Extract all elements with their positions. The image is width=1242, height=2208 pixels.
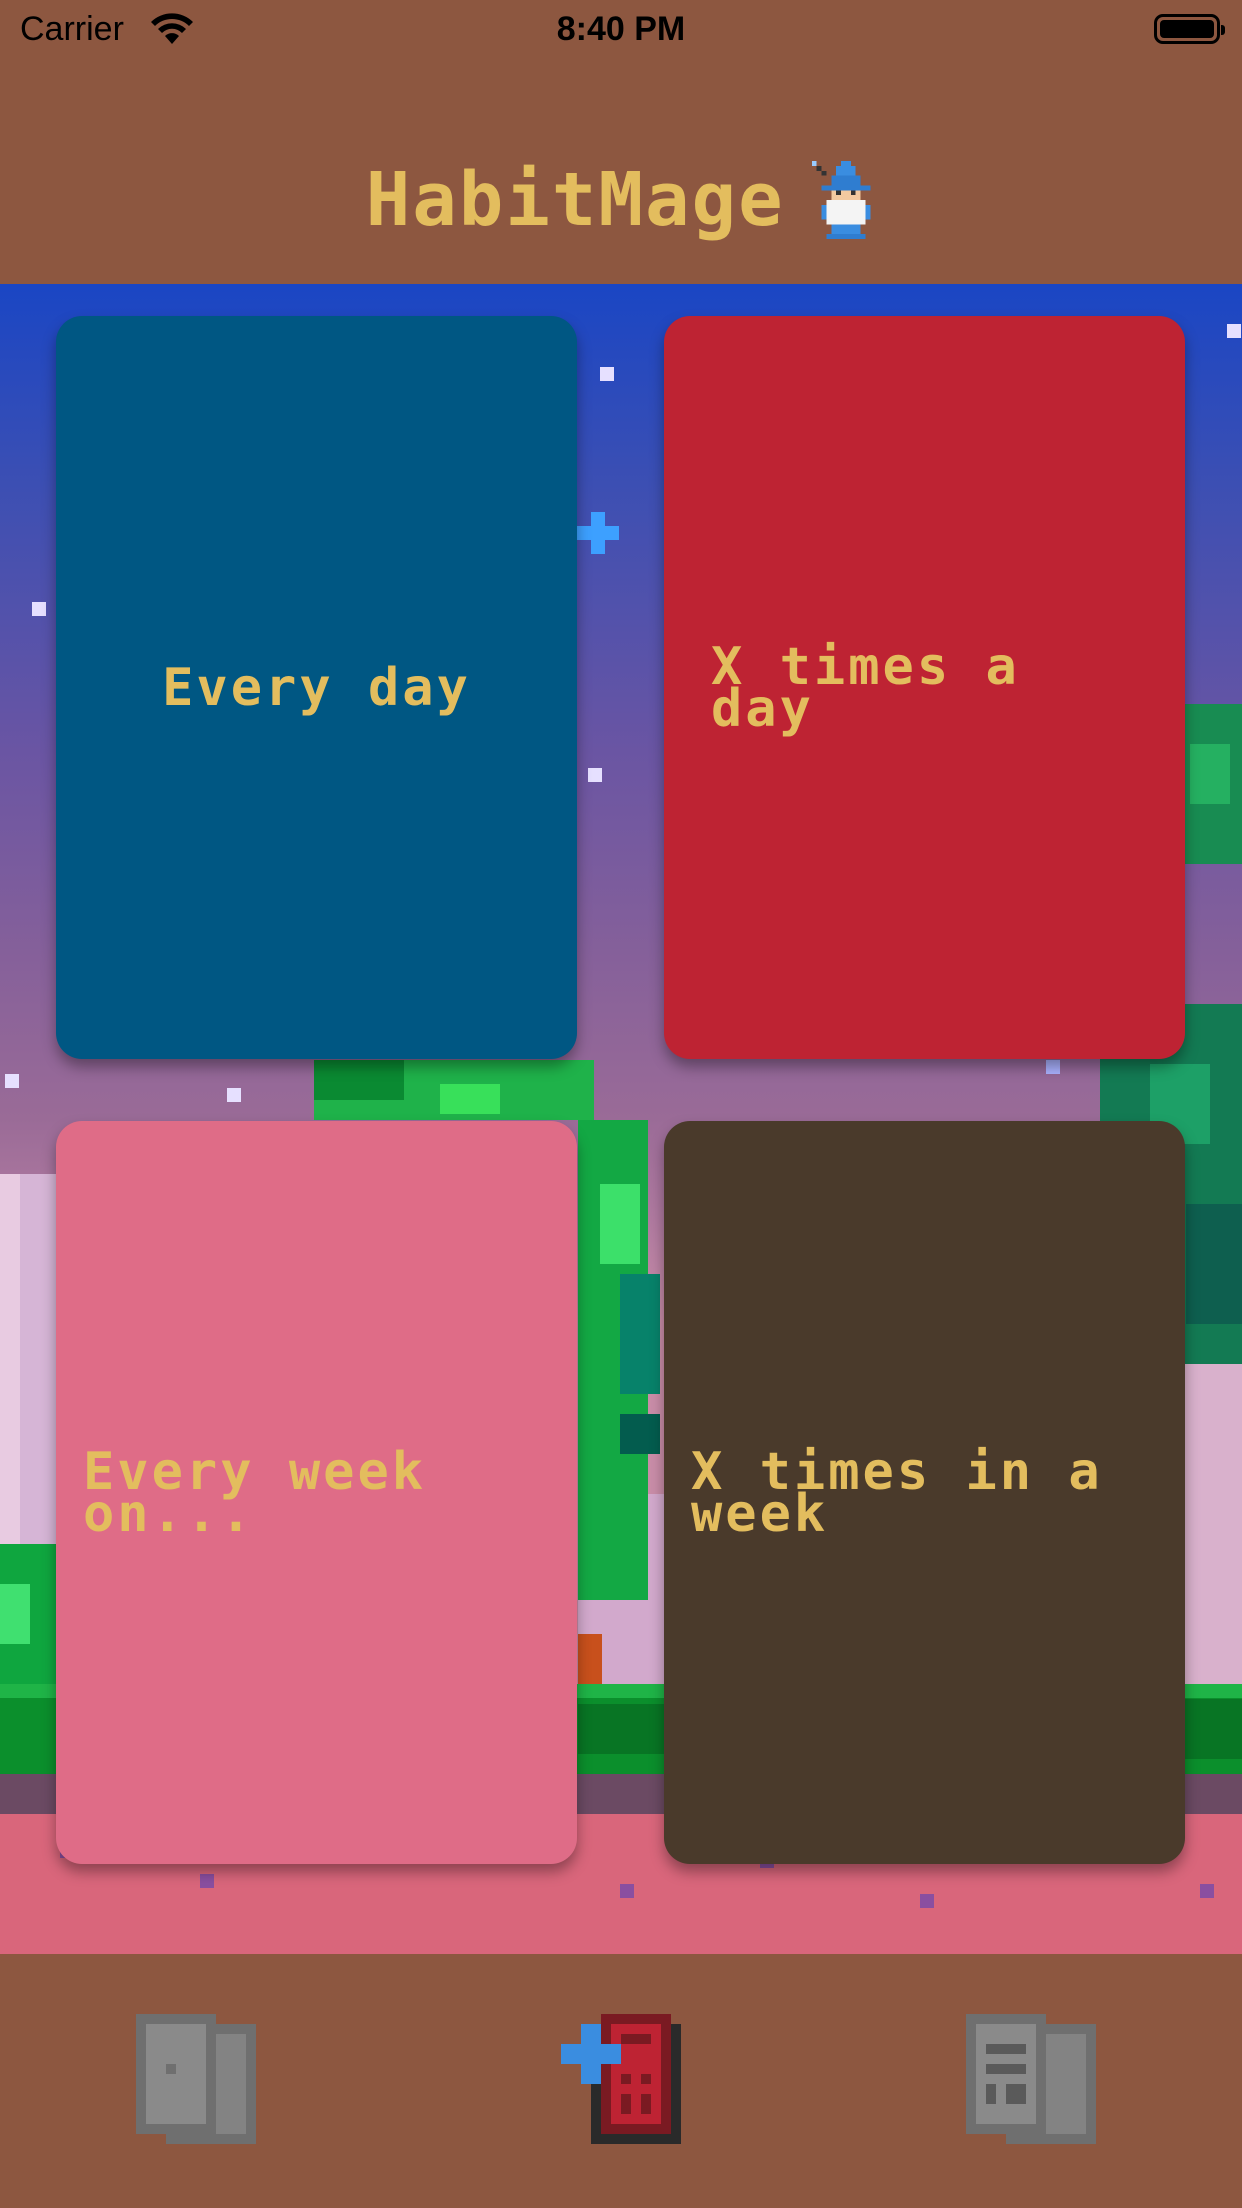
habit-type-card-x-times-a-day[interactable]: X times a day bbox=[664, 316, 1185, 1059]
habit-type-card-every-day[interactable]: Every day bbox=[56, 316, 577, 1059]
card-label: X times a day bbox=[711, 636, 1020, 739]
habit-type-card-every-week-on[interactable]: Every week on... bbox=[56, 1121, 577, 1864]
stats-documents-icon bbox=[966, 2014, 1096, 2144]
tab-stats[interactable] bbox=[966, 2014, 1106, 2154]
add-habit-icon bbox=[561, 2014, 681, 2144]
tab-habit-cards[interactable] bbox=[136, 2014, 276, 2154]
status-bar: Carrier 8:40 PM bbox=[0, 0, 1242, 62]
card-label: Every week on... bbox=[83, 1441, 427, 1544]
card-label: X times in a week bbox=[691, 1441, 1103, 1544]
app-title: HabitMage bbox=[365, 157, 785, 243]
wizard-icon bbox=[812, 161, 871, 239]
card-label: Every day bbox=[162, 657, 471, 718]
tab-add-habit[interactable] bbox=[561, 2014, 701, 2154]
battery-icon bbox=[1154, 14, 1225, 44]
bottom-tab-bar bbox=[0, 1954, 1242, 2208]
status-time: 8:40 PM bbox=[556, 10, 686, 48]
habit-cards-icon bbox=[136, 2014, 256, 2144]
app-header: HabitMage bbox=[0, 62, 1242, 284]
habit-type-card-x-times-in-a-week[interactable]: X times in a week bbox=[664, 1121, 1185, 1864]
